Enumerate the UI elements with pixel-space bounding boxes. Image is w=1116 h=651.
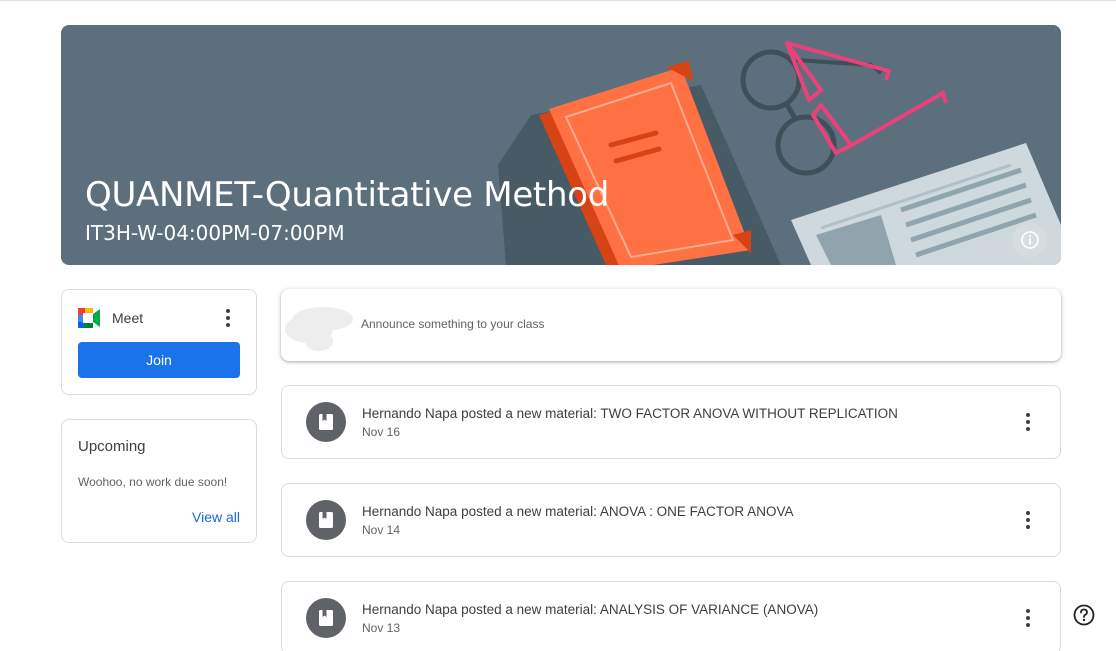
announce-box[interactable]: Announce something to your class bbox=[281, 289, 1061, 361]
announce-placeholder: Announce something to your class bbox=[361, 317, 545, 331]
top-divider bbox=[0, 0, 1116, 1]
upcoming-message: Woohoo, no work due soon! bbox=[78, 475, 228, 489]
class-info-button[interactable] bbox=[1013, 223, 1047, 257]
stream-item-date: Nov 14 bbox=[362, 523, 401, 537]
stream-item-more-button[interactable] bbox=[1016, 606, 1040, 630]
more-vert-icon bbox=[226, 309, 230, 313]
class-banner: QUANMET-Quantitative Method IT3H-W-04:00… bbox=[61, 25, 1061, 265]
join-meet-button[interactable]: Join bbox=[78, 342, 240, 378]
avatar bbox=[285, 307, 353, 351]
more-vert-icon bbox=[1026, 413, 1030, 417]
view-all-link[interactable]: View all bbox=[192, 509, 240, 525]
upcoming-title: Upcoming bbox=[78, 438, 146, 455]
stream-item-more-button[interactable] bbox=[1016, 410, 1040, 434]
stream-item-title: Hernando Napa posted a new material: ANO… bbox=[362, 504, 794, 519]
stream-item-title: Hernando Napa posted a new material: TWO… bbox=[362, 406, 898, 421]
more-vert-icon bbox=[1026, 609, 1030, 613]
google-meet-icon bbox=[78, 308, 100, 328]
stream-item[interactable]: Hernando Napa posted a new material: ANO… bbox=[281, 483, 1061, 557]
stream-item-more-button[interactable] bbox=[1016, 508, 1040, 532]
material-icon-circle bbox=[306, 500, 346, 540]
help-button[interactable] bbox=[1072, 603, 1096, 627]
info-icon bbox=[1021, 231, 1039, 249]
stream-item-date: Nov 13 bbox=[362, 621, 401, 635]
stream-item-title: Hernando Napa posted a new material: ANA… bbox=[362, 602, 819, 617]
meet-more-options-button[interactable] bbox=[216, 306, 240, 330]
more-vert-icon bbox=[1026, 511, 1030, 515]
material-icon bbox=[319, 512, 333, 528]
help-icon bbox=[1073, 604, 1095, 626]
material-icon-circle bbox=[306, 598, 346, 638]
stream-item[interactable]: Hernando Napa posted a new material: TWO… bbox=[281, 385, 1061, 459]
stream-item[interactable]: Hernando Napa posted a new material: ANA… bbox=[281, 581, 1061, 651]
upcoming-card: Upcoming Woohoo, no work due soon! View … bbox=[61, 419, 257, 543]
material-icon bbox=[319, 414, 333, 430]
stream-item-date: Nov 16 bbox=[362, 425, 401, 439]
material-icon-circle bbox=[306, 402, 346, 442]
meet-card: Meet Join bbox=[61, 289, 257, 395]
meet-label: Meet bbox=[112, 310, 144, 326]
material-icon bbox=[319, 610, 333, 626]
class-section: IT3H-W-04:00PM-07:00PM bbox=[85, 221, 345, 245]
class-title: QUANMET-Quantitative Method bbox=[85, 175, 609, 215]
